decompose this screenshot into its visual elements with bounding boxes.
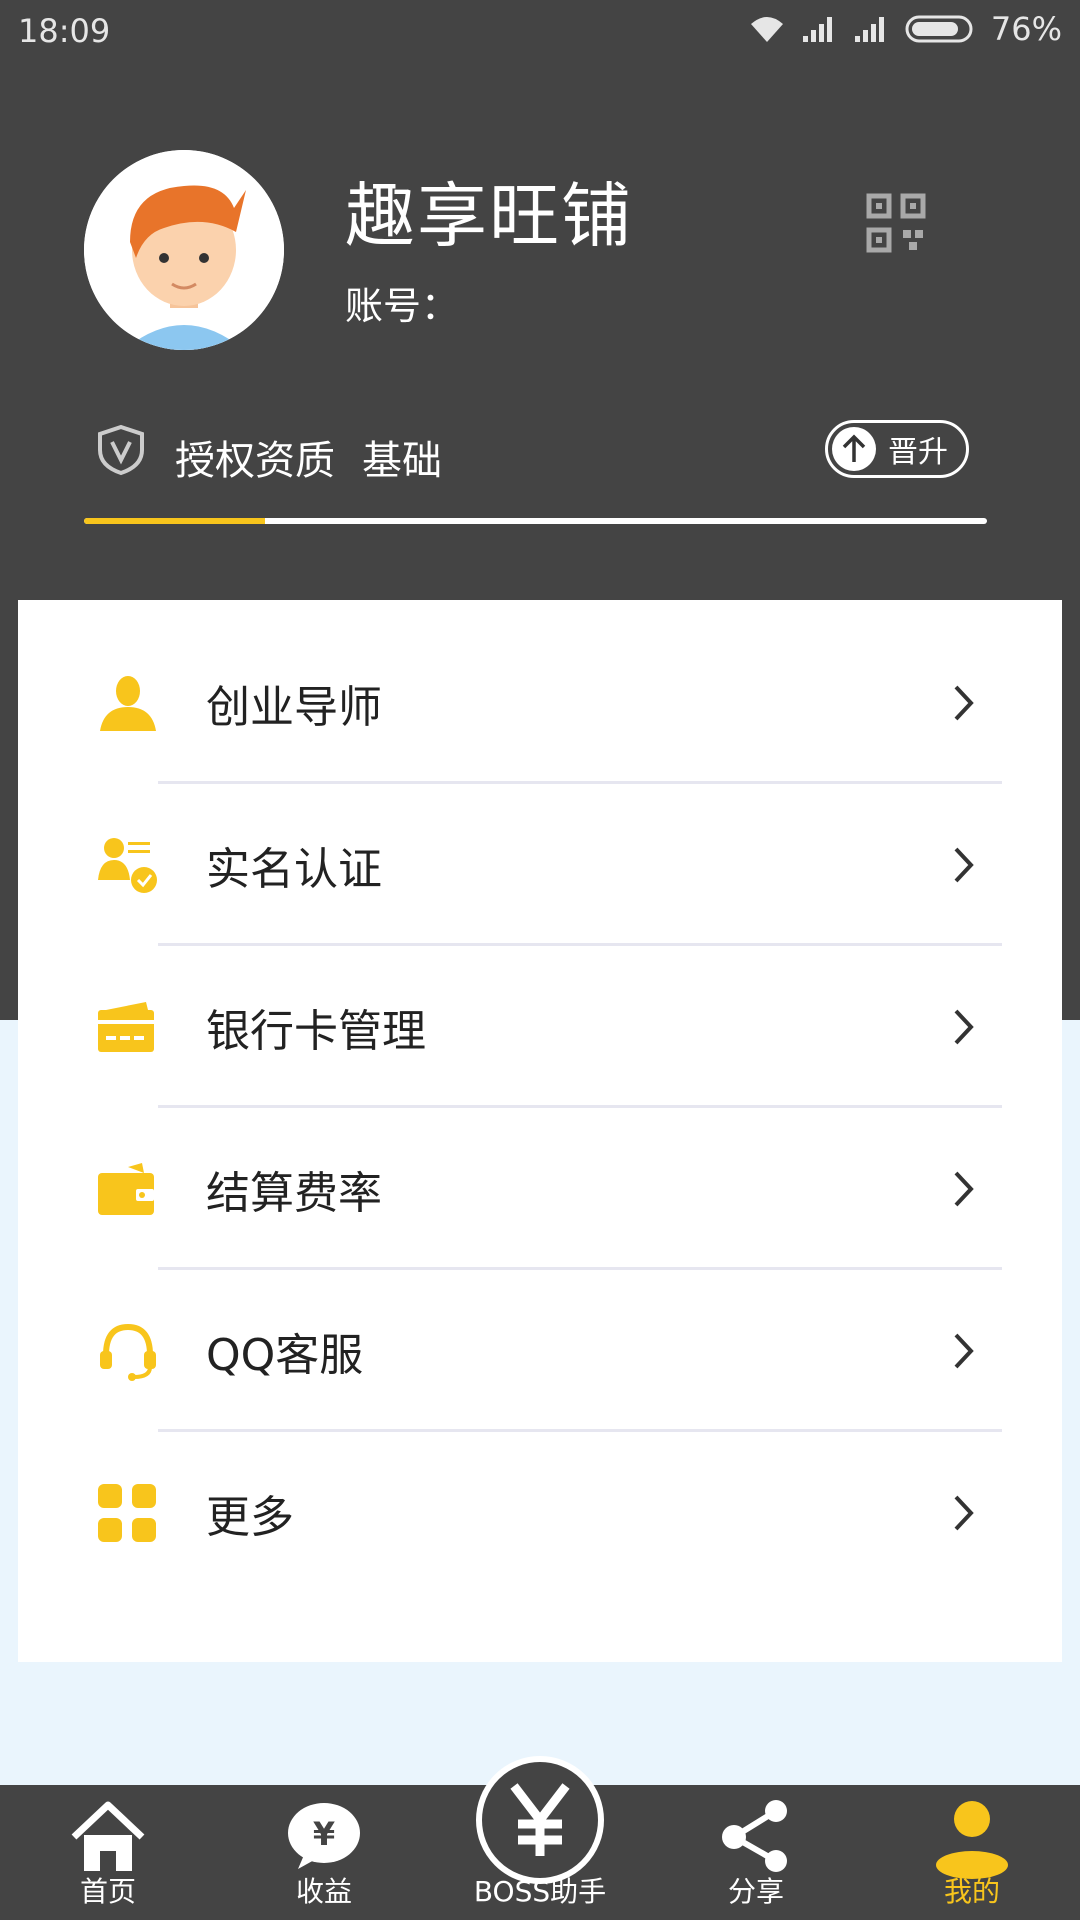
tab-home[interactable]: 首页 [28,1785,188,1920]
menu-item-real-name[interactable]: 实名认证 [18,784,1062,946]
battery-percent: 76% [990,10,1062,48]
tab-share[interactable]: 分享 [676,1785,836,1920]
menu-item-label: 实名认证 [206,844,382,895]
tab-earnings[interactable]: ¥ 收益 [244,1785,404,1920]
mentor-icon [100,676,156,731]
status-bar: 18:09 76% [0,0,1080,62]
menu-item-qq-service[interactable]: QQ客服 [18,1270,1062,1432]
menu-item-bank-card[interactable]: 银行卡管理 [18,946,1062,1108]
yen-icon [510,1783,570,1856]
tab-label: 收益 [295,1875,352,1908]
qualification-progress [84,518,987,524]
id-verify-icon [98,838,157,893]
chevron-right-icon [954,847,974,883]
earnings-icon: ¥ [288,1803,360,1869]
user-icon [936,1801,1008,1879]
status-time: 18:09 [18,12,111,50]
tab-label: 我的 [943,1875,1000,1908]
menu-item-label: 更多 [206,1492,294,1543]
chevron-right-icon [954,1171,974,1207]
menu-item-label: QQ客服 [206,1330,364,1381]
tab-label: 分享 [727,1875,784,1908]
tab-label: 首页 [79,1875,136,1908]
menu-item-settlement-rate[interactable]: 结算费率 [18,1108,1062,1270]
wallet-icon [98,1163,154,1215]
svg-text:¥: ¥ [313,1815,335,1853]
boss-assistant-button[interactable] [476,1756,604,1884]
upgrade-button[interactable]: 晋升 [825,420,969,478]
signal-icon [802,17,832,42]
auth-label: 授权资质 [175,438,335,484]
shield-icon [98,424,144,476]
headset-icon [100,1323,156,1381]
menu-item-label: 结算费率 [206,1168,382,1219]
menu-card: 创业导师 实名认证 银行卡管理 结算费率 QQ客服 更多 [18,600,1062,1662]
chevron-right-icon [954,685,974,721]
menu-item-mentor[interactable]: 创业导师 [18,622,1062,784]
signal-icon [854,17,884,42]
auth-level: 基础 [362,438,442,484]
shop-name: 趣享旺铺 [345,175,633,257]
wifi-icon [750,17,783,42]
grid-icon [98,1484,156,1542]
avatar[interactable] [84,150,284,350]
menu-item-label: 银行卡管理 [206,1006,426,1057]
menu-item-more[interactable]: 更多 [18,1432,1062,1594]
home-icon [71,1801,145,1871]
upgrade-label: 晋升 [888,435,948,470]
menu-item-label: 创业导师 [206,682,382,733]
bank-card-icon [98,1002,154,1052]
progress-fill [84,518,265,524]
chevron-right-icon [954,1009,974,1045]
tab-mine[interactable]: 我的 [892,1785,1052,1920]
arrow-up-icon [832,427,876,471]
battery-icon [905,15,973,43]
avatar-illustration [84,150,284,350]
chevron-right-icon [954,1495,974,1531]
chevron-right-icon [954,1333,974,1369]
account-label: 账号： [345,284,460,328]
share-icon [722,1800,787,1872]
qr-code-icon[interactable] [866,193,926,253]
